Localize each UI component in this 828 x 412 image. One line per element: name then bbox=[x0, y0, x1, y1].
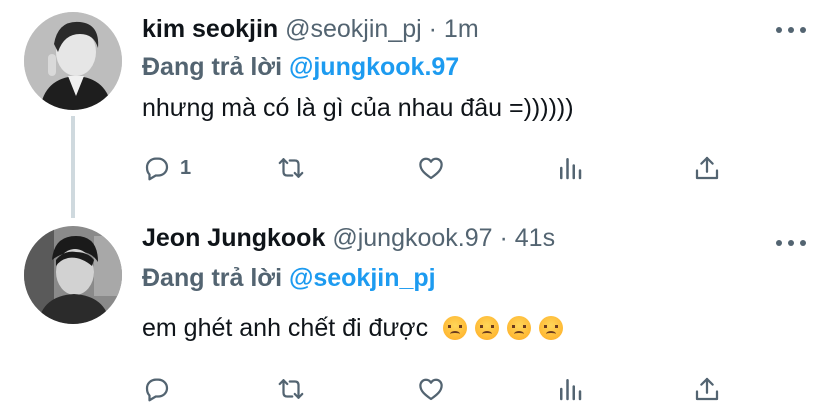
like-icon bbox=[419, 378, 443, 401]
more-icon[interactable] bbox=[776, 237, 806, 249]
share-icon bbox=[695, 156, 719, 180]
action-bar bbox=[142, 369, 742, 409]
reply-prefix: Đang trả lời bbox=[142, 53, 283, 81]
reply-handle-link[interactable]: @seokjin_pj bbox=[289, 264, 436, 292]
share-button[interactable] bbox=[692, 148, 722, 188]
author-handle[interactable]: @seokjin_pj bbox=[285, 15, 422, 43]
tweet-header: kim seokjin @seokjin_pj · 1m bbox=[142, 14, 479, 44]
share-button[interactable] bbox=[692, 369, 722, 409]
author-handle[interactable]: @jungkook.97 bbox=[332, 224, 492, 252]
tweet-text-line: em ghét anh chết đi được bbox=[142, 312, 564, 344]
views-button[interactable] bbox=[555, 148, 585, 188]
author-name[interactable]: Jeon Jungkook bbox=[142, 224, 325, 252]
reply-prefix: Đang trả lời bbox=[142, 264, 283, 292]
reply-button[interactable]: 1 bbox=[142, 148, 191, 188]
reply-icon bbox=[145, 378, 169, 402]
tweet-header: Jeon Jungkook @jungkook.97 · 41s bbox=[142, 223, 555, 253]
share-icon bbox=[695, 377, 719, 401]
tweet-time[interactable]: 1m bbox=[444, 15, 479, 43]
separator-dot: · bbox=[499, 224, 508, 252]
retweet-button[interactable] bbox=[276, 369, 306, 409]
action-bar: 1 bbox=[142, 148, 742, 188]
retweet-button[interactable] bbox=[276, 148, 306, 188]
angry-face-emoji bbox=[539, 316, 564, 340]
more-icon[interactable] bbox=[776, 24, 806, 36]
like-button[interactable] bbox=[416, 148, 446, 188]
retweet-icon bbox=[278, 158, 304, 178]
angry-face-emoji bbox=[443, 316, 468, 340]
tweet-text: em ghét anh chết đi được bbox=[142, 314, 429, 342]
reply-handle-link[interactable]: @jungkook.97 bbox=[289, 53, 459, 81]
angry-face-emoji bbox=[507, 316, 532, 340]
angry-face-emoji bbox=[475, 316, 500, 340]
thread-line bbox=[71, 116, 75, 218]
like-button[interactable] bbox=[416, 369, 446, 409]
retweet-icon bbox=[278, 379, 304, 399]
reply-count: 1 bbox=[180, 156, 192, 179]
like-icon bbox=[419, 157, 443, 180]
reply-button[interactable] bbox=[142, 369, 180, 409]
replying-to: Đang trả lời @seokjin_pj bbox=[142, 263, 436, 293]
reply-icon bbox=[145, 157, 169, 181]
tweet-text: nhưng mà có là gì của nhau đâu =)))))) bbox=[142, 94, 574, 122]
views-button[interactable] bbox=[555, 369, 585, 409]
tweet-time[interactable]: 41s bbox=[515, 224, 555, 252]
replying-to: Đang trả lời @jungkook.97 bbox=[142, 52, 459, 82]
separator-dot: · bbox=[428, 15, 437, 43]
emoji-group bbox=[435, 314, 564, 342]
tweet-jungkook[interactable]: Jeon Jungkook @jungkook.97 · 41s Đang tr… bbox=[0, 206, 828, 412]
tweet-seokjin[interactable]: kim seokjin @seokjin_pj · 1m Đang trả lờ… bbox=[0, 0, 828, 218]
views-icon bbox=[560, 379, 582, 401]
views-icon bbox=[560, 158, 582, 180]
avatar[interactable] bbox=[24, 226, 122, 324]
author-name[interactable]: kim seokjin bbox=[142, 15, 278, 43]
avatar[interactable] bbox=[24, 12, 122, 110]
